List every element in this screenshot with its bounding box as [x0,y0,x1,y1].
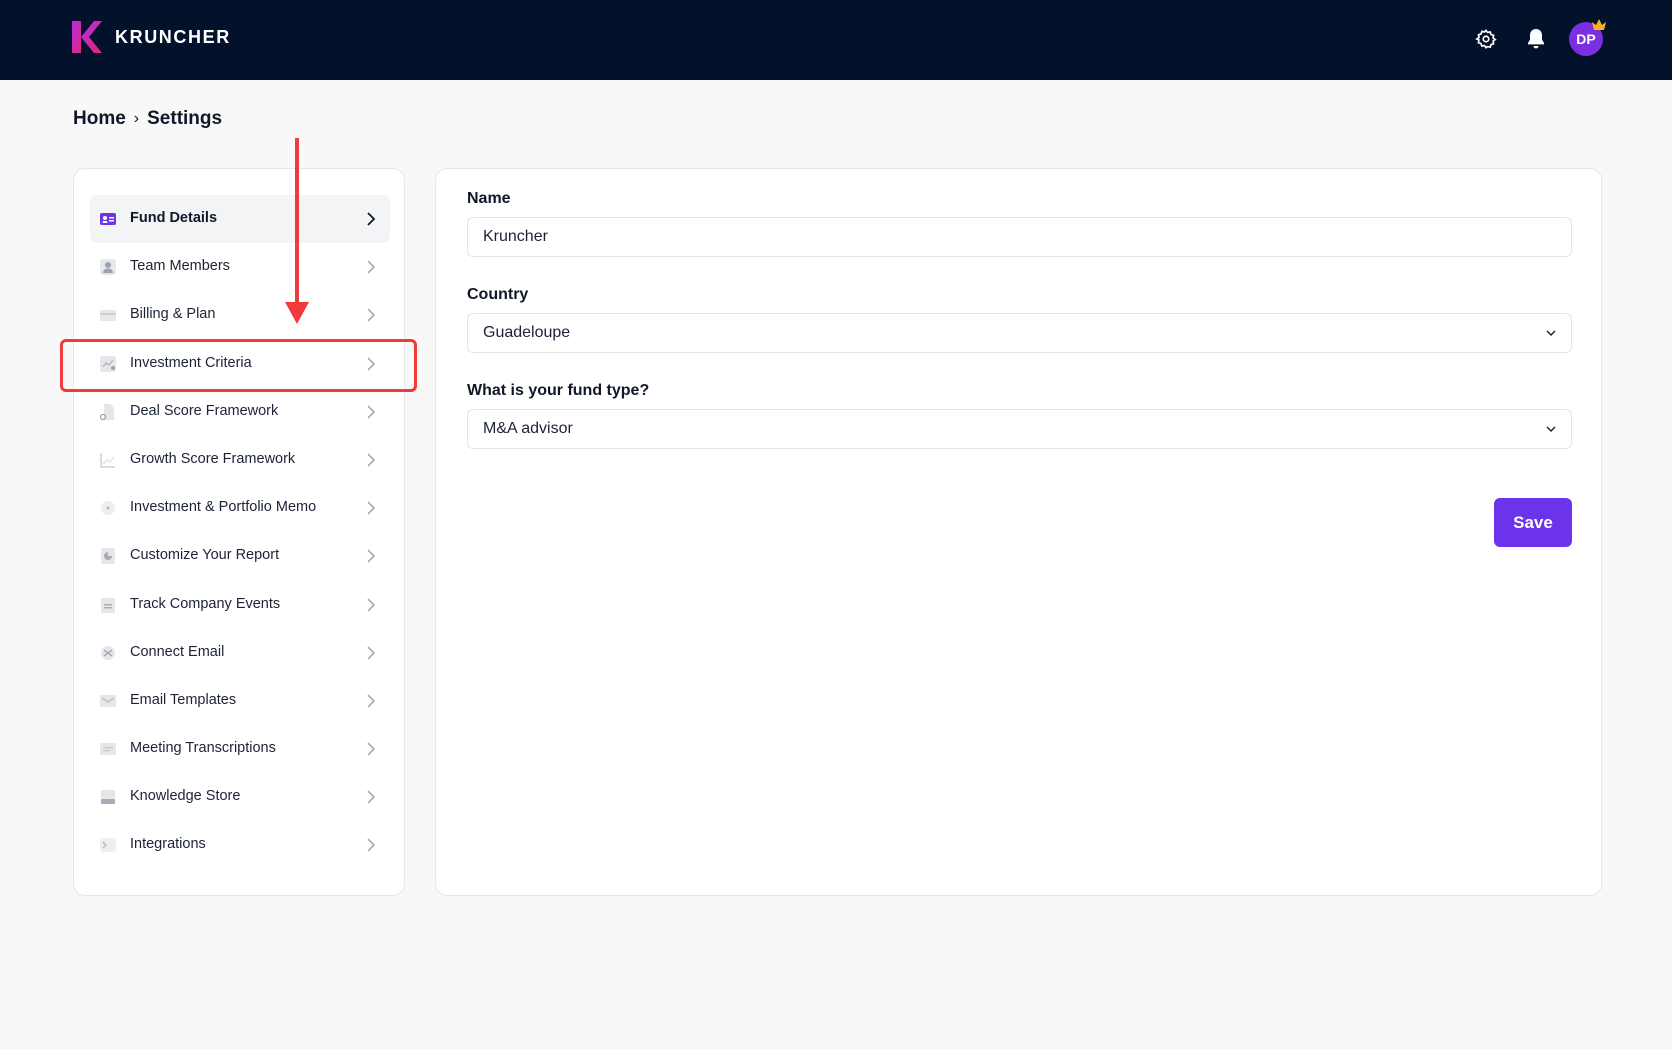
sidebar-item-label: Investment & Portfolio Memo [130,499,317,516]
chevron-right-icon [367,453,376,467]
gear-icon [1475,28,1497,49]
sidebar-item-connect-email[interactable]: Connect Email [90,629,390,677]
breadcrumb-current: Settings [147,108,223,129]
transcript-icon [100,743,116,756]
chevron-right-icon [367,549,376,563]
connect-icon [101,645,115,660]
annotation-highlight-box [60,339,417,392]
annotation-arrow-icon [285,138,309,324]
memo-icon [101,501,115,516]
framework-icon [100,403,114,420]
settings-button[interactable] [1471,24,1501,54]
fund-type-select-value: M&A advisor [483,420,573,437]
breadcrumb-separator: › [133,110,140,127]
chevron-right-icon [367,838,376,852]
save-button[interactable]: Save [1494,498,1572,547]
chevron-right-icon [367,790,376,804]
settings-menu: Fund Details Team Members Billing & Plan [90,195,390,870]
country-select[interactable]: Guadeloupe [467,313,1572,353]
sidebar-item-integrations[interactable]: Integrations [90,821,390,869]
sidebar-item-label: Connect Email [130,643,225,660]
chevron-right-icon [367,501,376,515]
notifications-button[interactable] [1521,24,1551,54]
brand-name: KRUNCHER [115,27,231,47]
settings-sidebar: Fund Details Team Members Billing & Plan [73,168,405,896]
sidebar-item-billing-plan[interactable]: Billing & Plan [90,291,390,339]
id-card-icon [100,213,116,225]
sidebar-item-label: Deal Score Framework [130,402,279,419]
sidebar-item-label: Meeting Transcriptions [130,740,276,757]
chevron-right-icon [367,405,376,419]
name-label: Name [467,190,511,207]
sidebar-item-team-members[interactable]: Team Members [90,243,390,291]
mail-icon [100,694,116,707]
sidebar-item-label: Customize Your Report [130,547,280,564]
top-navbar: KRUNCHER DP [0,0,1672,80]
sidebar-item-label: Integrations [130,836,206,853]
sidebar-item-growth-score-framework[interactable]: Growth Score Framework [90,436,390,484]
chevron-right-icon [367,742,376,756]
fund-type-select[interactable]: M&A advisor [467,409,1572,449]
sidebar-item-fund-details[interactable]: Fund Details [90,195,390,243]
country-select-value: Guadeloupe [483,324,571,341]
sidebar-item-knowledge-store[interactable]: Knowledge Store [90,773,390,821]
name-input-value: Kruncher [483,228,548,245]
fund-type-label: What is your fund type? [467,382,650,399]
chevron-right-icon [367,212,376,226]
sidebar-item-label: Billing & Plan [130,306,216,323]
chart-icon [100,452,115,468]
crown-icon [1592,19,1606,30]
sidebar-item-email-templates[interactable]: Email Templates [90,677,390,725]
sidebar-item-label: Knowledge Store [130,788,241,805]
events-icon [101,597,115,613]
bell-icon [1528,29,1544,49]
chevron-down-icon [1546,426,1556,433]
country-label: Country [467,286,529,303]
fund-details-panel: Name Kruncher Country Guadeloupe What is… [435,168,1602,896]
chevron-right-icon [367,260,376,274]
chevron-right-icon [367,308,376,322]
sidebar-item-investment-portfolio-memo[interactable]: Investment & Portfolio Memo [90,484,390,532]
sidebar-item-customize-report[interactable]: Customize Your Report [90,532,390,580]
terminal-icon [100,838,116,853]
sidebar-item-meeting-transcriptions[interactable]: Meeting Transcriptions [90,725,390,773]
sidebar-item-label: Email Templates [130,691,237,708]
breadcrumb-home[interactable]: Home [73,108,126,130]
database-icon [101,790,115,805]
kruncher-logo[interactable] [72,21,102,53]
sidebar-item-label: Team Members [130,258,230,275]
chevron-right-icon [367,694,376,708]
credit-card-icon [100,310,116,322]
chevron-down-icon [1546,330,1556,337]
user-icon [100,259,116,276]
chevron-right-icon [367,646,376,660]
sidebar-item-track-company-events[interactable]: Track Company Events [90,581,390,629]
sidebar-item-label: Track Company Events [130,595,281,612]
breadcrumb: Home › Settings [73,108,222,130]
name-input[interactable]: Kruncher [467,217,1572,257]
sidebar-item-label: Growth Score Framework [130,450,296,467]
report-icon [101,548,115,565]
sidebar-item-deal-score-framework[interactable]: Deal Score Framework [90,388,390,436]
sidebar-item-label: Fund Details [130,210,218,226]
chevron-right-icon [367,597,376,612]
